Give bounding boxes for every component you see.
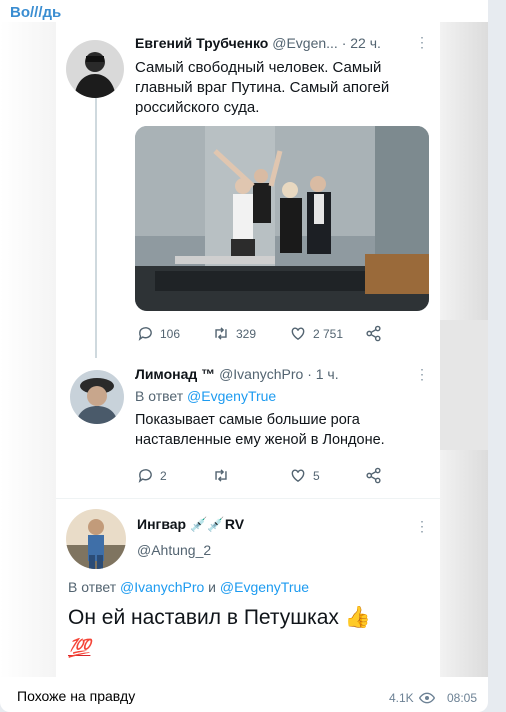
avatar <box>66 40 124 98</box>
tweet-text: Показывает самые большие рога наставленн… <box>135 412 385 448</box>
more-icon[interactable]: ⋮ <box>415 34 429 51</box>
author-name-line: Ингвар 💉💉RV <box>137 516 244 533</box>
share-icon <box>366 467 381 484</box>
message-caption: Похоже на правду <box>17 688 136 704</box>
tweet-photo[interactable] <box>135 126 429 311</box>
message-bubble: Во///дь Евгений Трубченко @Evgen... · 22… <box>0 0 488 712</box>
tweet-text: Самый свободный человек. Самый главный в… <box>135 59 390 116</box>
image-blur-band <box>440 320 488 450</box>
view-counter: 4.1K <box>389 691 435 705</box>
reply-icon <box>138 327 152 341</box>
reply-count: 106 <box>160 326 181 341</box>
like-icon <box>291 327 305 341</box>
view-count: 4.1K <box>389 691 414 705</box>
reply-prefix: В ответ <box>68 579 117 595</box>
like-icon <box>291 469 305 483</box>
author-handle[interactable]: @IvanychPro · 1 ч. <box>219 366 339 382</box>
like-count: 2 751 <box>313 326 344 341</box>
like-action[interactable]: 5 <box>289 467 320 484</box>
mention-link[interactable]: @EvgenyTrue <box>220 579 309 595</box>
share-action[interactable] <box>365 325 382 342</box>
eye-icon <box>418 692 435 704</box>
tweet-header: Лимонад ™ @IvanychPro · 1 ч. <box>135 366 339 382</box>
reply-to-line: В ответ @IvanychPro и @EvgenyTrue <box>68 579 309 595</box>
mention-link[interactable]: @EvgenyTrue <box>187 388 276 404</box>
tweet-text: Он ей наставил в Петушках 👍 <box>68 606 371 629</box>
like-action[interactable]: 2 751 <box>289 325 343 342</box>
channel-title[interactable]: Во///дь <box>10 4 61 21</box>
reply-to-line: В ответ @EvgenyTrue <box>135 388 276 404</box>
reply-action[interactable]: 2 <box>137 467 167 484</box>
image-edge-left <box>0 22 56 677</box>
share-action[interactable] <box>365 467 382 484</box>
thread-line <box>95 98 97 358</box>
share-icon <box>366 325 381 342</box>
author-name[interactable]: Евгений Трубченко <box>135 35 268 51</box>
more-icon[interactable]: ⋮ <box>415 366 429 383</box>
mention-link[interactable]: @IvanychPro <box>120 579 204 595</box>
author-name[interactable]: Ингвар 💉💉RV <box>137 516 244 532</box>
retweet-action[interactable]: 329 <box>212 325 256 342</box>
retweet-icon <box>215 327 227 340</box>
tweet-time: · 22 ч. <box>341 35 381 51</box>
reply-prefix: В ответ <box>135 388 184 404</box>
more-icon[interactable]: ⋮ <box>415 518 429 535</box>
retweet-icon <box>215 469 227 482</box>
emoji-badge: 💯 <box>68 638 91 658</box>
retweet-count: 329 <box>236 326 257 341</box>
tweet-divider <box>56 498 440 499</box>
reply-icon <box>138 469 152 483</box>
reply-joiner: и <box>208 579 216 595</box>
author-handle[interactable]: @Ahtung_2 <box>137 542 211 558</box>
avatar <box>66 509 126 569</box>
reply-count: 2 <box>160 468 167 483</box>
author-name[interactable]: Лимонад ™ <box>135 366 215 382</box>
like-count: 5 <box>313 468 320 483</box>
retweet-action[interactable] <box>212 467 236 484</box>
author-handle[interactable]: @Evgen... <box>272 35 338 51</box>
avatar <box>70 370 124 424</box>
tweet-header: Евгений Трубченко @Evgen... · 22 ч. <box>135 35 381 51</box>
message-time: 08:05 <box>447 691 478 705</box>
reply-action[interactable]: 106 <box>137 325 180 342</box>
